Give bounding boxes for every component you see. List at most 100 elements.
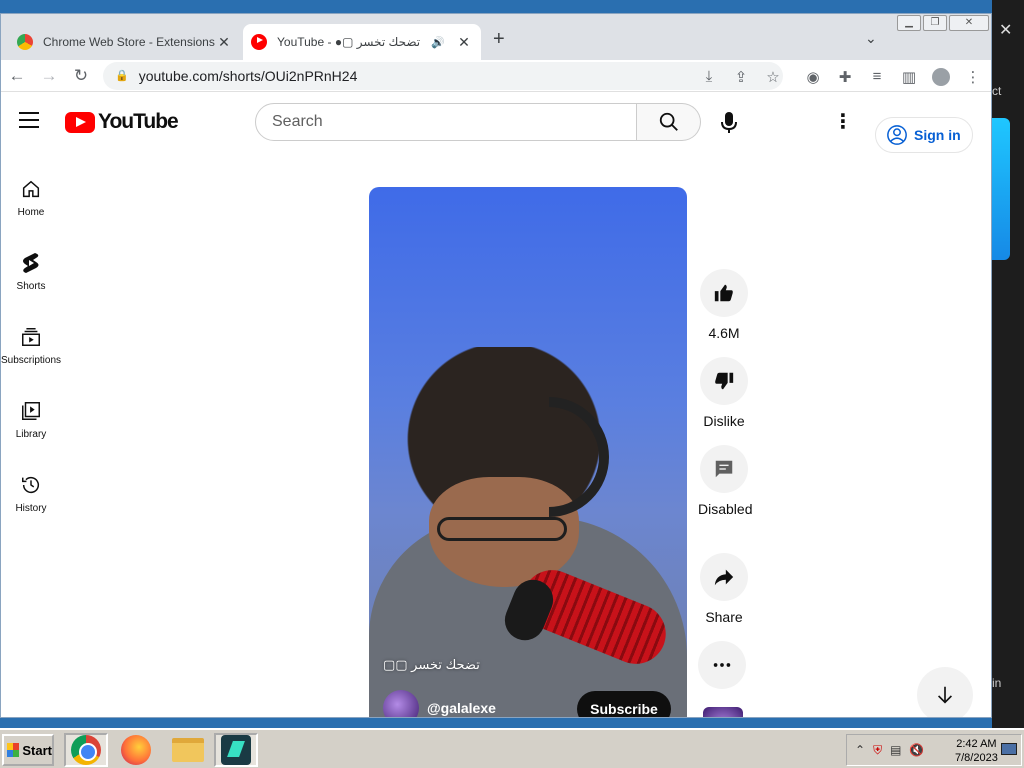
comment-icon [715,460,733,478]
channel-avatar[interactable] [383,690,419,717]
guide-item-home[interactable]: Home [1,177,61,251]
close-icon[interactable]: ✕ [999,20,1012,40]
profile-icon[interactable] [925,68,957,90]
omnibox-actions: ⤓ ⇪ ☆ [693,68,789,86]
settings-more-icon[interactable]: ⋮ [833,109,853,134]
url-text: youtube.com/shorts/OUi2nPRnH24 [138,67,358,84]
youtube-icon [251,34,267,50]
guide-label: Shorts [16,281,46,292]
window-controls: ▁ ❐ ✕ [895,15,989,31]
tray-expand-icon[interactable]: ⌃ [855,743,865,757]
windows-logo-icon [7,743,20,757]
dislike-button[interactable] [700,357,748,405]
chevron-down-icon[interactable]: ⌄ [865,30,877,47]
close-tab-icon[interactable]: ✕ [215,34,233,51]
subscribe-button[interactable]: Subscribe [577,691,671,717]
share-button[interactable] [700,553,748,601]
sound-remix-thumbnail[interactable] [703,707,743,717]
channel-info[interactable]: @galalexe [383,690,496,717]
taskbar-chrome[interactable] [64,733,108,767]
tray-network-icon[interactable]: ▤ [890,743,901,757]
forward-icon[interactable]: → [33,66,65,86]
media-control-icon[interactable]: ≡ [861,68,893,90]
voice-search-button[interactable] [709,103,749,143]
subscriptions-icon [22,328,40,346]
shorts-icon [23,253,39,273]
search-input[interactable]: Search [255,103,637,141]
shorts-video-player[interactable]: تضحك تخسر ▢▢ @galalexe Subscribe [369,187,687,717]
browser-window: Chrome Web Store - Extensions ✕ YouTube … [0,13,992,718]
taskbar-file-explorer[interactable] [166,733,210,767]
like-action: 4.6M [698,269,750,343]
sign-in-label: Sign in [914,127,961,143]
youtube-logo[interactable]: YouTube [65,110,179,134]
extensions-puzzle-icon[interactable]: ✚ [829,68,861,90]
more-actions-button[interactable] [698,641,746,689]
share-label: Share [705,609,743,625]
share-page-icon[interactable]: ⇪ [725,68,757,86]
lightbulb-icon[interactable]: ◉ [797,68,829,90]
lock-icon[interactable]: 🔒 [115,69,129,82]
restore-icon[interactable]: ❐ [923,15,947,31]
new-tab-icon[interactable]: + [493,28,505,51]
start-button[interactable]: Start [2,734,54,766]
chrome-menu-icon[interactable]: ⋮ [957,68,989,90]
thumbs-down-icon [715,372,734,390]
guide-label: Home [17,207,45,218]
search-box: Search [255,103,701,141]
reload-icon[interactable]: ↻ [65,66,97,86]
window-close-icon[interactable]: ✕ [949,15,989,31]
comments-label: Disabled [698,501,753,517]
dislike-action: Dislike [698,357,750,431]
desktop-window-accent [992,118,1010,260]
back-icon[interactable]: ← [1,66,33,86]
like-button[interactable] [700,269,748,317]
bookmark-star-icon[interactable]: ☆ [757,68,789,86]
channel-name[interactable]: @galalexe [427,700,496,716]
side-panel-icon[interactable]: ▥ [893,68,925,90]
home-icon [22,180,40,198]
like-count: 4.6M [708,325,740,341]
search-button[interactable] [637,103,701,141]
tab-youtube[interactable]: YouTube - ●▢ تضحك تخسر 🔊 ✕ [243,24,481,60]
tray-security-icon[interactable]: ⛨ [873,743,882,758]
close-tab-icon[interactable]: ✕ [455,34,473,51]
arrow-down-icon [937,686,953,704]
comments-button[interactable] [700,445,748,493]
tab-chrome-web-store[interactable]: Chrome Web Store - Extensions ✕ [9,24,241,60]
address-bar[interactable]: 🔒 youtube.com/shorts/OUi2nPRnH24 [103,61,783,90]
show-desktop-icon[interactable] [1001,743,1017,755]
clock[interactable]: 2:42 AM 7/8/2023 [955,737,998,765]
taskbar-filmora[interactable] [214,733,258,767]
next-short-button[interactable] [917,667,973,717]
desktop-window-text-2: in [992,676,1002,690]
guide-item-library[interactable]: Library [1,399,61,473]
tray-volume-muted-icon[interactable]: 🔇 [909,743,924,757]
account-icon [887,125,907,145]
tab-title: YouTube - ●▢ تضحك تخسر [277,35,421,49]
tab-strip: Chrome Web Store - Extensions ✕ YouTube … [1,14,991,60]
taskbar-firefox[interactable] [114,733,158,767]
thumbs-up-icon [714,284,733,302]
minimize-icon[interactable]: ▁ [897,15,921,31]
filmora-icon [221,735,251,765]
toolbar-extensions: ◉ ✚ ≡ ▥ ⋮ [797,68,989,90]
speaker-icon[interactable]: 🔊 [431,36,445,49]
library-icon [22,402,40,420]
sign-in-button[interactable]: Sign in [875,117,973,153]
youtube-masthead: YouTube Search ⋮ [1,93,991,149]
dislike-label: Dislike [703,413,745,429]
guide-item-shorts[interactable]: Shorts [1,251,61,325]
microphone-icon [721,112,737,133]
youtube-logo-text: YouTube [98,110,179,133]
guide-item-subscriptions[interactable]: Subscriptions [1,325,61,399]
folder-icon [172,738,204,762]
guide-sidebar: Home Shorts Subscriptions Library Histor… [1,177,61,547]
hamburger-menu-icon[interactable] [19,112,39,128]
system-tray: ⌃ ⛨ ▤ 🔇 2:42 AM 7/8/2023 [846,734,1022,766]
search-icon [659,112,678,131]
taskbar: Start ⌃ ⛨ ▤ 🔇 2:42 AM 7/8/2023 [0,728,1024,768]
guide-item-history[interactable]: History [1,473,61,547]
more-action [698,641,746,689]
install-icon[interactable]: ⤓ [693,68,725,86]
